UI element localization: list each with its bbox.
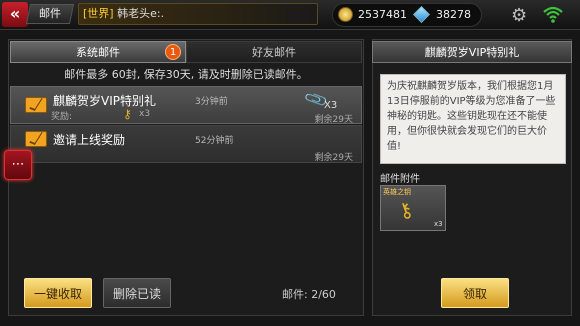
double-chevron-left-icon: « [9,4,21,23]
collect-all-button[interactable]: 一键收取 [24,278,92,308]
attachment-item-count: x3 [434,220,443,228]
unread-badge: 1 [165,44,181,60]
mail-count: 邮件: 2/60 [282,288,336,301]
envelope-icon [25,131,47,147]
tab-system-mail[interactable]: 系统邮件 [10,41,186,63]
mail-info-text: 邮件最多 60封, 保存30天, 请及时删除已读邮件。 [64,68,308,81]
chat-ticker[interactable]: [世界] 韩老头e:. [78,3,318,25]
mail-detail-title: 麒麟贺岁VIP特别礼 [372,41,572,63]
mail-remaining: 剩余29天 [314,115,353,125]
mail-item-invite-reward[interactable]: 邀请上线奖励 52分钟前 剩余29天 [10,125,362,163]
mail-time: 3分钟前 [195,97,228,107]
chat-side-button[interactable]: ⋯ [4,150,32,180]
envelope-icon [25,97,47,113]
claim-button[interactable]: 领取 [441,278,509,308]
mail-body: 为庆祝麒麟贺岁版本，我们根据您1月13日停服前的VIP等级为您准备了一些神秘的钥… [380,74,566,164]
tab-friend-mail[interactable]: 好友邮件 [186,41,362,63]
back-button[interactable]: « [2,2,28,27]
chat-bubble-icon: ⋯ [11,157,25,172]
diamond-amount: 38278 [436,8,471,21]
wifi-icon [543,6,563,23]
mail-time: 52分钟前 [195,136,234,146]
page-title: 邮件 [25,4,75,24]
attachment-count: X3 [324,100,338,111]
attachment-label: 邮件附件 [380,174,420,185]
chat-message: 韩老头e:. [117,7,165,20]
chat-channel: [世界] [83,7,114,20]
mail-title: 麒麟贺岁VIP特别礼 [53,94,156,108]
gold-coin-icon [338,7,353,22]
mail-title: 邀请上线奖励 [53,133,126,147]
gear-icon[interactable]: ⚙ [511,5,527,26]
key-icon: ⚷ [123,107,132,121]
delete-read-button[interactable]: 删除已读 [103,278,171,308]
mail-reward-count: x3 [139,109,151,119]
mail-remaining: 剩余29天 [314,153,353,163]
mail-reward-label: 奖励: [51,112,73,122]
gold-amount: 2537481 [358,8,407,21]
